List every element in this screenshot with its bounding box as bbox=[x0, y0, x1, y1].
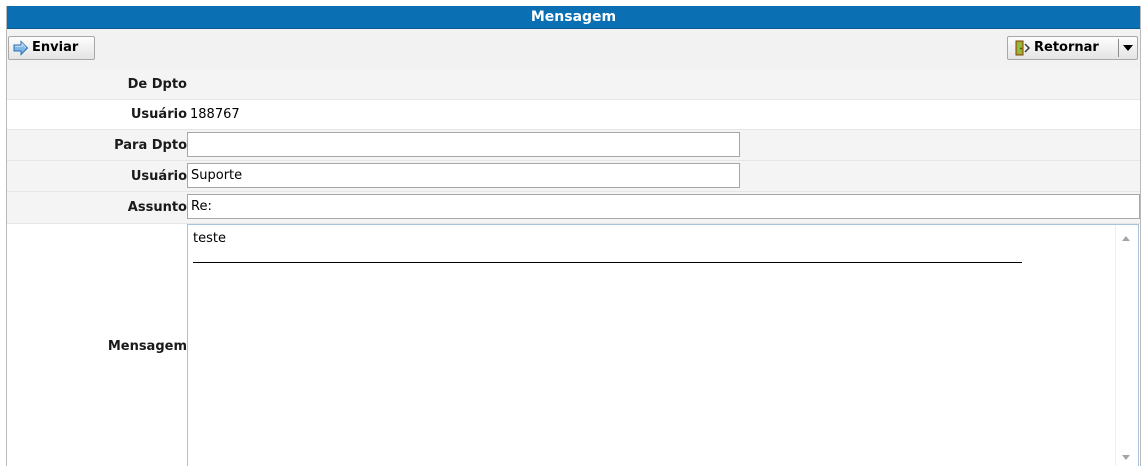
window-title: Mensagem bbox=[7, 6, 1140, 29]
from-dept-label: De Dpto bbox=[127, 77, 187, 92]
message-label: Mensagem bbox=[107, 339, 187, 354]
message-editor[interactable]: teste bbox=[187, 224, 1139, 466]
return-button-divider bbox=[1118, 39, 1119, 57]
send-button[interactable]: Enviar bbox=[8, 36, 95, 60]
subject-label: Assunto bbox=[127, 200, 187, 215]
to-user-row: Usuário Suporte bbox=[7, 161, 1140, 192]
to-dept-input[interactable] bbox=[187, 132, 740, 157]
message-scrollbar[interactable] bbox=[1115, 225, 1138, 466]
toolbar: Enviar Retornar bbox=[7, 29, 1140, 69]
chevron-down-icon[interactable] bbox=[1123, 45, 1133, 51]
to-user-label: Usuário bbox=[130, 169, 187, 184]
send-button-label: Enviar bbox=[32, 40, 79, 55]
message-divider-line bbox=[193, 262, 1022, 263]
from-user-value: 188767 bbox=[190, 107, 240, 122]
message-window: Mensagem Enviar Retornar De Dpto Usuário… bbox=[6, 6, 1141, 466]
scroll-down-icon[interactable] bbox=[1122, 455, 1130, 460]
to-user-input[interactable]: Suporte bbox=[187, 163, 740, 188]
message-text: teste bbox=[193, 231, 226, 246]
scroll-up-icon[interactable] bbox=[1122, 236, 1130, 241]
to-dept-row: Para Dpto bbox=[7, 130, 1140, 161]
subject-row: Assunto Re: bbox=[7, 192, 1140, 224]
subject-input[interactable]: Re: bbox=[187, 194, 1140, 219]
return-button-label: Retornar bbox=[1034, 40, 1099, 55]
arrow-right-icon bbox=[12, 40, 29, 56]
return-button[interactable]: Retornar bbox=[1007, 36, 1138, 60]
exit-door-icon bbox=[1014, 40, 1031, 56]
from-user-label: Usuário bbox=[130, 107, 187, 122]
to-dept-label: Para Dpto bbox=[114, 138, 187, 153]
from-user-row: Usuário 188767 bbox=[7, 100, 1140, 130]
from-dept-row: De Dpto bbox=[7, 68, 1140, 100]
